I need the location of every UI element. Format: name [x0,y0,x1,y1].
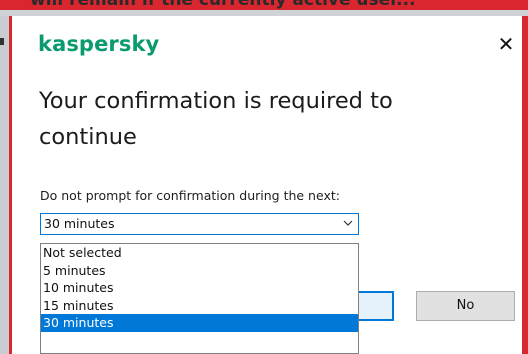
close-icon[interactable]: ✕ [496,33,516,55]
option-15-minutes[interactable]: 15 minutes [41,297,358,315]
background-window-right [522,16,528,354]
duration-select-value: 30 minutes [44,216,115,231]
chevron-down-icon [343,220,353,226]
duration-select[interactable]: 30 minutes [40,213,359,235]
background-partial-text: will remain if the currently active user… [30,0,416,10]
dialog-title: Your confirmation is required to continu… [39,88,393,150]
background-window-top: will remain if the currently active user… [0,0,528,16]
option-10-minutes[interactable]: 10 minutes [41,279,358,297]
option-5-minutes[interactable]: 5 minutes [41,262,358,280]
duration-dropdown-list[interactable]: Not selected 5 minutes 10 minutes 15 min… [40,243,359,354]
confirmation-dialog: kaspersky ✕ Your confirmation is require… [12,16,522,354]
option-not-selected[interactable]: Not selected [41,244,358,262]
no-button[interactable]: No [416,291,515,321]
kaspersky-logo: kaspersky [38,32,160,56]
option-30-minutes[interactable]: 30 minutes [41,314,358,332]
background-mark [0,38,4,45]
prompt-label: Do not prompt for confirmation during th… [40,188,340,203]
